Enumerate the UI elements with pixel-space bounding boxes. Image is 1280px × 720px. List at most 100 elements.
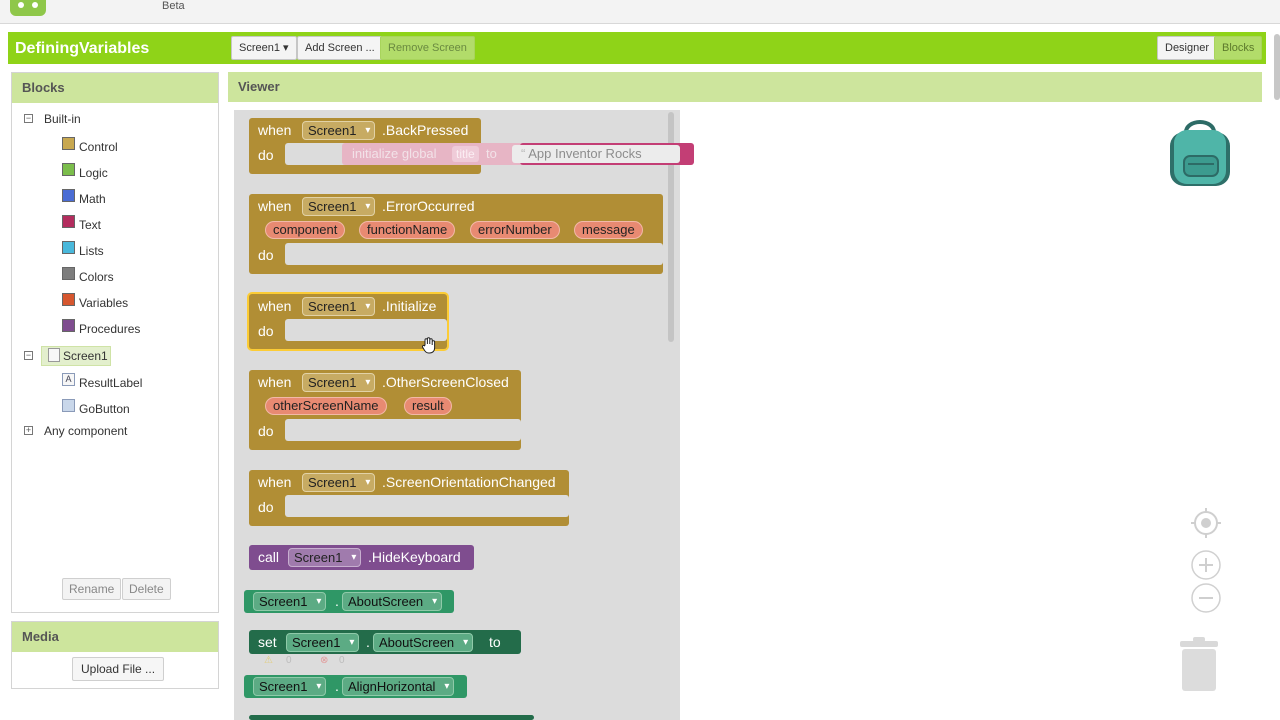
collapse-icon[interactable]: − — [24, 351, 33, 360]
method-name: .HideKeyboard — [368, 549, 461, 565]
control-swatch-icon — [62, 137, 75, 150]
component-dropdown[interactable]: Screen1 — [302, 373, 376, 392]
category-label: Colors — [79, 270, 114, 284]
event-name: .BackPressed — [382, 122, 469, 138]
do-keyword: do — [258, 247, 274, 263]
category-label: Procedures — [79, 322, 141, 336]
warning-count: 0 — [286, 655, 292, 666]
project-name: DefiningVariables — [15, 40, 150, 57]
remove-screen-button[interactable]: Remove Screen — [380, 36, 475, 60]
delete-button[interactable]: Delete — [122, 578, 171, 600]
property-dropdown[interactable]: AboutScreen — [342, 592, 443, 611]
event-name: .ErrorOccurred — [382, 198, 475, 214]
error-count: 0 — [339, 655, 345, 666]
param-component[interactable]: component — [265, 221, 346, 239]
screen-select-dropdown[interactable]: Screen1 ▾ — [231, 36, 297, 60]
lists-swatch-icon — [62, 241, 75, 254]
when-keyword: when — [258, 298, 292, 314]
expand-icon[interactable]: + — [24, 426, 33, 435]
category-label: Math — [79, 192, 106, 206]
app-inventor-logo-icon[interactable] — [8, 0, 48, 18]
component-dropdown[interactable]: Screen1 — [302, 121, 376, 140]
set-about-screen-block[interactable]: set Screen1 . AboutScreen to — [249, 630, 521, 654]
when-keyword: when — [258, 122, 292, 138]
component-label: GoButton — [79, 402, 130, 416]
when-keyword: when — [258, 374, 292, 390]
param-other-screen-name[interactable]: otherScreenName — [265, 397, 387, 415]
property-dropdown[interactable]: AboutScreen — [373, 633, 474, 652]
screen-icon — [48, 348, 60, 362]
ghost-string-value: “ App Inventor Rocks — [512, 145, 680, 163]
when-keyword: when — [258, 198, 292, 214]
dot-separator: . — [366, 634, 370, 650]
param-message[interactable]: message — [574, 221, 643, 239]
call-hide-keyboard-block[interactable]: call Screen1 .HideKeyboard — [249, 545, 474, 570]
event-name: .Initialize — [382, 298, 437, 314]
partial-block[interactable] — [249, 715, 534, 720]
math-swatch-icon — [62, 189, 75, 202]
event-name: .OtherScreenClosed — [382, 374, 509, 390]
zoom-in-icon[interactable] — [1190, 549, 1222, 581]
do-keyword: do — [258, 499, 274, 515]
top-strip: Beta — [0, 0, 1280, 24]
procedures-swatch-icon — [62, 319, 75, 332]
param-result[interactable]: result — [404, 397, 452, 415]
event-orientation-changed-block[interactable]: when Screen1 .ScreenOrientationChanged d… — [249, 470, 569, 526]
upload-file-button[interactable]: Upload File ... — [72, 657, 165, 681]
when-keyword: when — [258, 474, 292, 490]
do-slot — [285, 419, 521, 441]
get-align-horizontal-block[interactable]: Screen1 . AlignHorizontal — [244, 675, 467, 698]
event-initialize-block[interactable]: when Screen1 .Initialize do — [249, 294, 447, 349]
dot-separator: . — [335, 593, 339, 609]
collapse-icon[interactable]: − — [24, 114, 33, 123]
set-keyword: set — [258, 634, 277, 650]
dot-separator: . — [335, 678, 339, 694]
category-label: Logic — [79, 166, 108, 180]
get-about-screen-block[interactable]: Screen1 . AboutScreen — [244, 590, 454, 613]
component-dropdown[interactable]: Screen1 — [253, 592, 327, 611]
category-label: Text — [79, 218, 102, 232]
component-dropdown[interactable]: Screen1 — [302, 297, 376, 316]
ghost-to-label: to — [486, 146, 497, 161]
property-dropdown[interactable]: AlignHorizontal — [342, 677, 455, 696]
event-name: .ScreenOrientationChanged — [382, 474, 556, 490]
component-dropdown[interactable]: Screen1 — [302, 473, 376, 492]
label-component-icon: A — [62, 373, 75, 386]
blocks-button[interactable]: Blocks — [1214, 36, 1263, 60]
recenter-icon[interactable] — [1190, 507, 1222, 539]
do-keyword: do — [258, 147, 274, 163]
colors-swatch-icon — [62, 267, 75, 280]
screen1-label: Screen1 — [63, 349, 108, 363]
error-icon: ⊗ — [320, 655, 329, 666]
grab-cursor-icon — [421, 337, 436, 354]
designer-button[interactable]: Designer — [1157, 36, 1218, 60]
backpack-icon[interactable] — [1164, 118, 1236, 190]
page-scrollbar[interactable] — [1274, 34, 1280, 100]
component-dropdown[interactable]: Screen1 — [253, 677, 327, 696]
builtin-label: Built-in — [44, 112, 81, 126]
rename-button[interactable]: Rename — [62, 578, 122, 600]
param-function-name[interactable]: functionName — [359, 221, 456, 239]
event-other-screen-closed-block[interactable]: when Screen1 .OtherScreenClosed otherScr… — [249, 370, 521, 450]
add-screen-button[interactable]: Add Screen ... — [297, 36, 383, 60]
to-keyword: to — [489, 634, 501, 650]
ghost-initialize-label: initialize global — [352, 146, 437, 161]
ghost-name-field: title — [452, 146, 479, 162]
event-error-occurred-block[interactable]: when Screen1 .ErrorOccurred component fu… — [249, 194, 663, 274]
trash-icon[interactable] — [1178, 637, 1220, 693]
viewer-title: Viewer — [228, 72, 1262, 102]
blocks-panel-title: Blocks — [12, 73, 218, 103]
component-dropdown[interactable]: Screen1 — [288, 548, 362, 567]
ghost-value-text: App Inventor Rocks — [528, 146, 642, 161]
do-keyword: do — [258, 323, 274, 339]
do-keyword: do — [258, 423, 274, 439]
component-dropdown[interactable]: Screen1 — [302, 197, 376, 216]
param-error-number[interactable]: errorNumber — [470, 221, 560, 239]
category-label: Control — [79, 140, 118, 154]
component-dropdown[interactable]: Screen1 — [286, 633, 360, 652]
category-label: Variables — [79, 296, 129, 310]
do-slot — [285, 243, 663, 265]
logic-swatch-icon — [62, 163, 75, 176]
zoom-out-icon[interactable] — [1190, 582, 1222, 614]
ghost-initialize-global-block[interactable]: initialize global title to “ App Invento… — [342, 143, 694, 165]
